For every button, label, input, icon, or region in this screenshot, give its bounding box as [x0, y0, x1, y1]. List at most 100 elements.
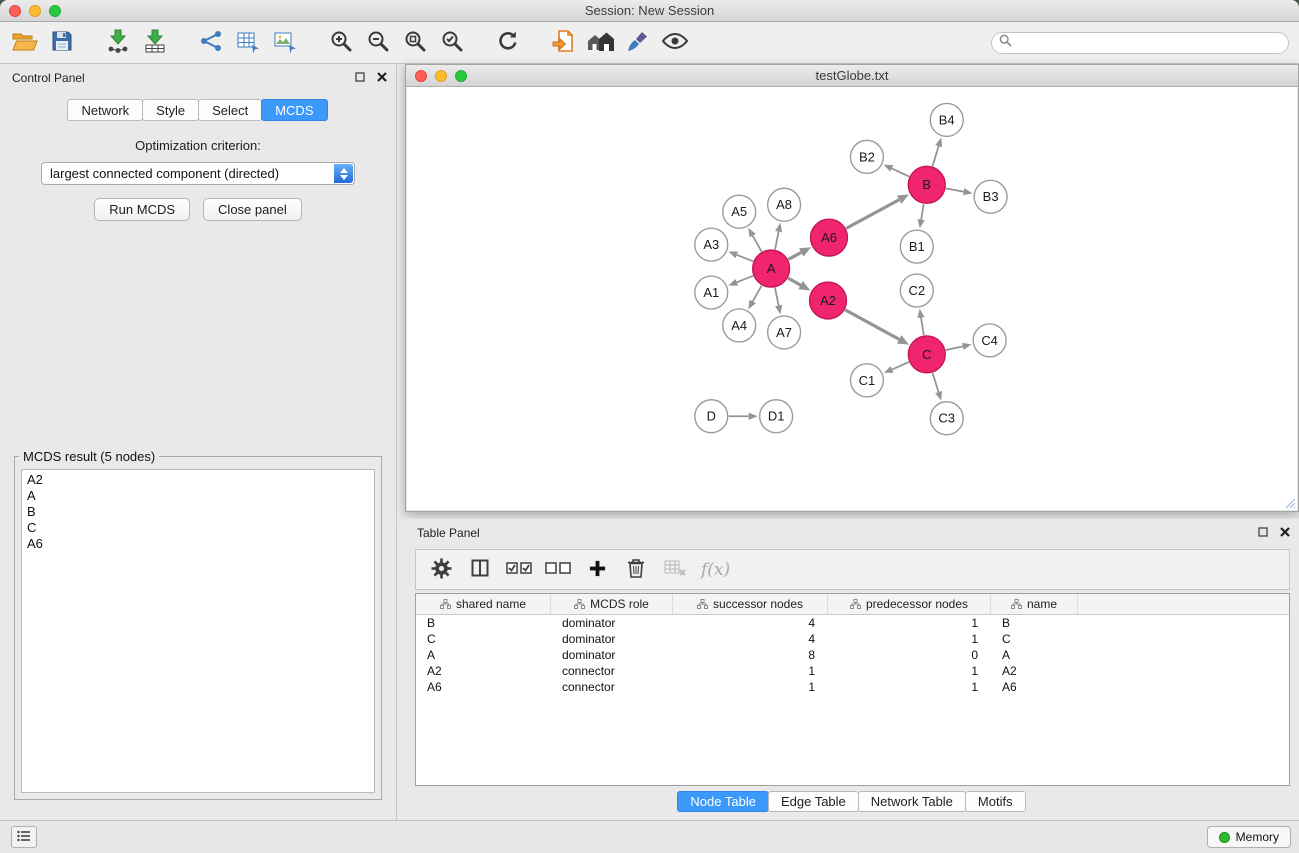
resize-grip-icon[interactable]: [1284, 497, 1296, 509]
mcds-result-item[interactable]: C: [22, 520, 374, 536]
float-panel-button[interactable]: [353, 71, 366, 84]
save-session-button[interactable]: [43, 25, 80, 61]
export-image-button[interactable]: [266, 25, 303, 61]
export-network-button[interactable]: [192, 25, 229, 61]
column-header-name[interactable]: name: [991, 594, 1078, 614]
delete-table-button[interactable]: [662, 555, 688, 585]
graph-node-A4[interactable]: A4: [723, 309, 756, 342]
graph-node-D[interactable]: D: [695, 400, 728, 433]
apply-layout-button[interactable]: [489, 25, 526, 61]
graph-node-A1[interactable]: A1: [695, 276, 728, 309]
zoom-selected-button[interactable]: [433, 25, 470, 61]
graph-edge-A-A4[interactable]: [753, 286, 762, 302]
graph-node-C1[interactable]: C1: [850, 364, 883, 397]
zoom-window-button[interactable]: [49, 5, 61, 17]
zoom-out-button[interactable]: [359, 25, 396, 61]
tab-style[interactable]: Style: [142, 99, 199, 121]
graph-node-C4[interactable]: C4: [973, 324, 1006, 357]
tab-network[interactable]: Network: [67, 99, 143, 121]
graph-edge-A-A3[interactable]: [737, 255, 753, 262]
close-panel-button[interactable]: [375, 71, 388, 84]
import-network-button[interactable]: [99, 25, 136, 61]
graph-edge-A-A2[interactable]: [788, 278, 800, 285]
graph-node-B2[interactable]: B2: [850, 140, 883, 173]
network-canvas[interactable]: AA1A2A3A4A5A6A7A8BB1B2B3B4CC1C2C3C4DD1: [407, 87, 1297, 510]
table-row[interactable]: Bdominator41B: [416, 615, 1289, 631]
show-details-button[interactable]: [656, 25, 693, 61]
network-close-button[interactable]: [415, 70, 427, 82]
float-table-panel-button[interactable]: [1256, 526, 1269, 539]
network-window-titlebar[interactable]: testGlobe.txt: [406, 65, 1298, 87]
create-column-button[interactable]: [584, 555, 610, 585]
graph-edge-B-B4[interactable]: [932, 146, 938, 166]
graph-edge-A-A7[interactable]: [775, 288, 779, 306]
function-builder-button[interactable]: f(x): [701, 555, 730, 585]
graph-edge-C-C2[interactable]: [921, 318, 924, 336]
minimize-window-button[interactable]: [29, 5, 41, 17]
memory-button[interactable]: Memory: [1207, 826, 1291, 848]
graph-node-A5[interactable]: A5: [723, 195, 756, 228]
search-field[interactable]: [991, 32, 1289, 54]
graph-node-B3[interactable]: B3: [974, 180, 1007, 213]
graph-node-A3[interactable]: A3: [695, 228, 728, 261]
column-header-shared-name[interactable]: shared name: [416, 594, 551, 614]
graph-edge-B-B3[interactable]: [946, 188, 964, 191]
graph-node-A[interactable]: A: [753, 250, 790, 287]
import-table-button[interactable]: [136, 25, 173, 61]
open-session-button[interactable]: [6, 25, 43, 61]
deselect-all-button[interactable]: [545, 555, 571, 585]
mcds-result-item[interactable]: B: [22, 504, 374, 520]
apply-style-button[interactable]: [619, 25, 656, 61]
graph-edge-A6-B[interactable]: [846, 200, 899, 229]
network-minimize-button[interactable]: [435, 70, 447, 82]
tab-select[interactable]: Select: [198, 99, 262, 121]
close-panel-button-mcds[interactable]: Close panel: [203, 198, 302, 221]
column-header-successor-nodes[interactable]: successor nodes: [673, 594, 828, 614]
tab-node-table[interactable]: Node Table: [677, 791, 769, 812]
graph-edge-C-C1[interactable]: [892, 362, 909, 369]
mcds-result-item[interactable]: A6: [22, 536, 374, 552]
zoom-in-button[interactable]: [322, 25, 359, 61]
graph-node-A2[interactable]: A2: [810, 282, 847, 319]
tab-edge-table[interactable]: Edge Table: [768, 791, 859, 812]
close-table-panel-button[interactable]: [1278, 526, 1291, 539]
zoom-fit-button[interactable]: [396, 25, 433, 61]
optimization-criterion-select[interactable]: largest connected component (directed): [41, 162, 355, 185]
graph-node-C2[interactable]: C2: [900, 274, 933, 307]
graph-node-D1[interactable]: D1: [760, 400, 793, 433]
graph-edge-C-C3[interactable]: [933, 373, 939, 392]
table-row[interactable]: A6connector11A6: [416, 679, 1289, 695]
graph-edge-A-A6[interactable]: [788, 252, 801, 259]
open-network-view-button[interactable]: [545, 25, 582, 61]
tab-mcds[interactable]: MCDS: [261, 99, 327, 121]
mcds-result-item[interactable]: A: [22, 488, 374, 504]
column-header-MCDS-role[interactable]: MCDS role: [551, 594, 673, 614]
close-window-button[interactable]: [9, 5, 21, 17]
graph-node-C[interactable]: C: [908, 336, 945, 373]
table-row[interactable]: A2connector11A2: [416, 663, 1289, 679]
delete-columns-button[interactable]: [623, 555, 649, 585]
graph-node-A6[interactable]: A6: [811, 219, 848, 256]
tab-network-table[interactable]: Network Table: [858, 791, 966, 812]
graph-node-A8[interactable]: A8: [768, 188, 801, 221]
graph-node-A7[interactable]: A7: [768, 316, 801, 349]
graph-edge-B-B2[interactable]: [892, 168, 909, 176]
search-input[interactable]: [1016, 36, 1288, 50]
home-button[interactable]: [582, 25, 619, 61]
graph-node-B1[interactable]: B1: [900, 230, 933, 263]
select-all-button[interactable]: [506, 555, 532, 585]
table-settings-button[interactable]: [428, 555, 454, 585]
column-header-predecessor-nodes[interactable]: predecessor nodes: [828, 594, 991, 614]
graph-edge-A-A1[interactable]: [737, 276, 753, 283]
graph-edge-C-C4[interactable]: [946, 346, 963, 350]
tab-motifs[interactable]: Motifs: [965, 791, 1026, 812]
export-table-button[interactable]: [229, 25, 266, 61]
mcds-result-list[interactable]: A2ABCA6: [21, 469, 375, 793]
graph-edge-A-A5[interactable]: [753, 236, 762, 252]
graph-node-C3[interactable]: C3: [930, 402, 963, 435]
graph-edge-B-B1[interactable]: [921, 204, 924, 220]
graph-edge-A-A8[interactable]: [775, 232, 779, 250]
show-panels-button[interactable]: [11, 826, 37, 848]
run-mcds-button[interactable]: Run MCDS: [94, 198, 190, 221]
graph-node-B4[interactable]: B4: [930, 103, 963, 136]
